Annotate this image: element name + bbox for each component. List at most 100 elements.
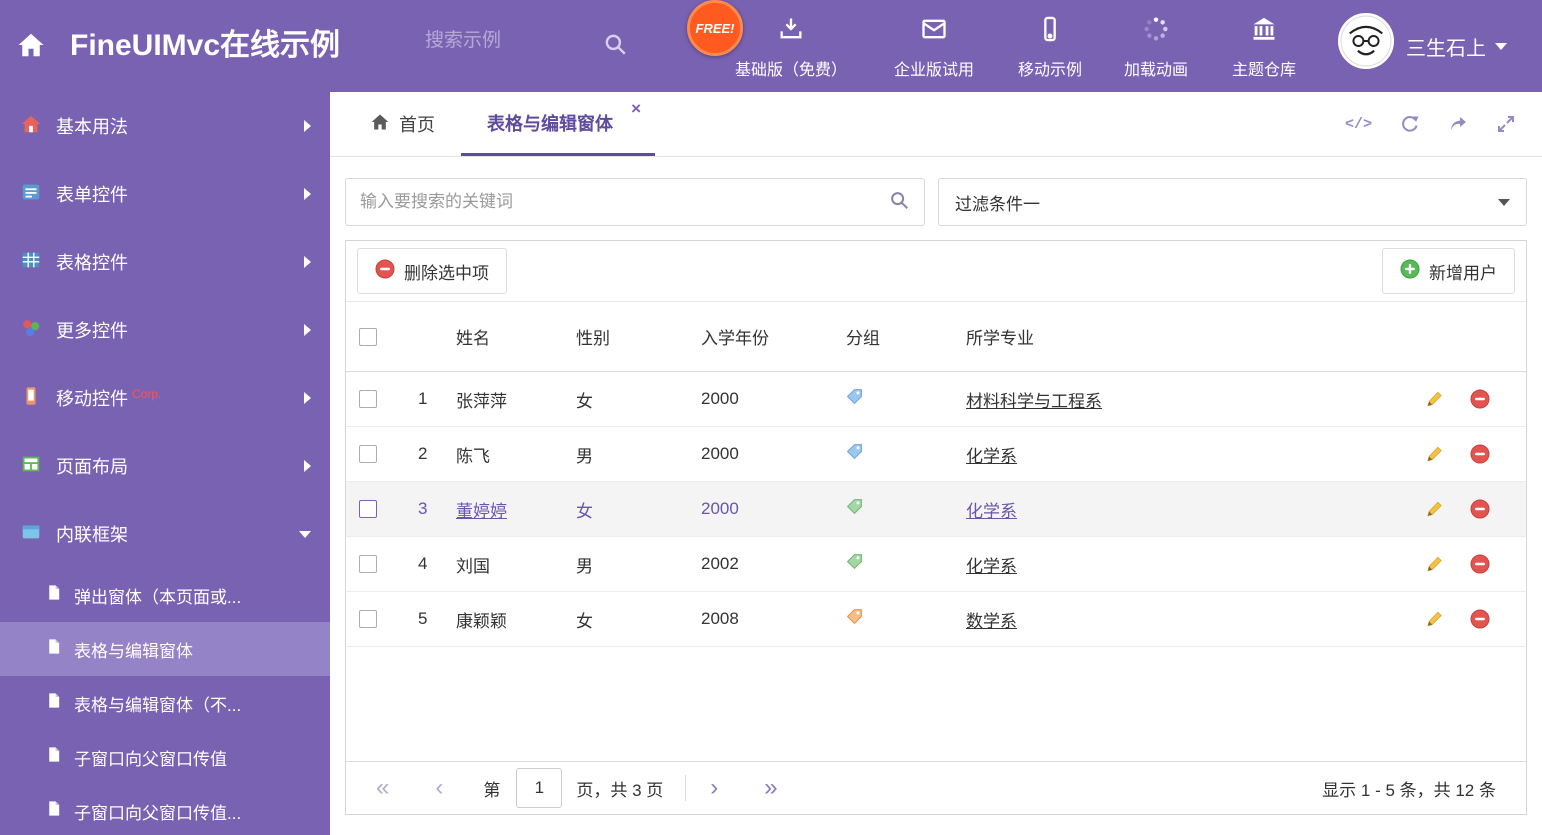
- nav-basic-free[interactable]: 基础版（免费）: [730, 15, 852, 80]
- delete-row-icon[interactable]: [1470, 609, 1490, 629]
- edit-icon[interactable]: [1425, 390, 1444, 409]
- sidebar-item-more-controls[interactable]: 更多控件: [0, 296, 330, 364]
- column-header-gender[interactable]: 性别: [572, 324, 697, 349]
- tab-close-icon[interactable]: ×: [631, 100, 641, 117]
- source-code-icon[interactable]: </>: [1345, 116, 1372, 133]
- home-icon[interactable]: [16, 30, 46, 65]
- page-label-before: 第: [483, 780, 501, 800]
- tag-icon: [846, 608, 863, 630]
- select-all-checkbox[interactable]: [359, 327, 377, 346]
- row-checkbox[interactable]: [359, 445, 377, 463]
- column-header-major[interactable]: 所学专业: [962, 324, 1404, 349]
- column-header-group[interactable]: 分组: [842, 324, 962, 349]
- sidebar-item-inline-frame[interactable]: 内联框架: [0, 500, 330, 568]
- search-icon[interactable]: [888, 189, 910, 216]
- table-row[interactable]: 5 康颖颖 女 2008 数学系: [346, 592, 1526, 647]
- nav-label: 移动示例: [1017, 62, 1082, 79]
- cell-gender: 女: [576, 391, 593, 411]
- delete-row-icon[interactable]: [1470, 444, 1490, 464]
- tab-label: 表格与编辑窗体: [487, 113, 613, 134]
- file-icon: [45, 584, 62, 606]
- sidebar-subitem-child-to-parent-2[interactable]: 子窗口向父窗口传值...: [0, 784, 330, 835]
- table-row[interactable]: 1 张萍萍 女 2000 材料科学与工程系: [346, 372, 1526, 427]
- nav-label: 企业版试用: [893, 62, 974, 79]
- major-link[interactable]: 数学系: [966, 612, 1017, 631]
- table-row[interactable]: 2 陈飞 男 2000 化学系: [346, 427, 1526, 482]
- tab-home[interactable]: 首页: [344, 92, 461, 156]
- sidebar-item-label: 页面布局: [56, 457, 128, 477]
- sidebar-item-mobile-controls[interactable]: 移动控件 Corp.: [0, 364, 330, 432]
- row-checkbox[interactable]: [359, 610, 377, 628]
- cell-year: 2000: [701, 499, 739, 518]
- avatar[interactable]: [1338, 13, 1394, 69]
- cell-gender: 男: [576, 446, 593, 466]
- sidebar-item-grid-controls[interactable]: 表格控件: [0, 228, 330, 296]
- widgets-icon: [20, 317, 42, 344]
- sidebar-item-label: 基本用法: [56, 117, 128, 137]
- row-checkbox[interactable]: [359, 500, 377, 518]
- add-user-button[interactable]: 新增用户: [1382, 248, 1515, 294]
- page-number-input[interactable]: [516, 768, 563, 808]
- sidebar-item-form-controls[interactable]: 表单控件: [0, 160, 330, 228]
- row-checkbox[interactable]: [359, 390, 377, 408]
- sidebar-subitem-popup-window[interactable]: 弹出窗体（本页面或...: [0, 568, 330, 622]
- add-user-label: 新增用户: [1429, 263, 1497, 283]
- refresh-icon[interactable]: [1400, 114, 1420, 134]
- sidebar-item-basic-usage[interactable]: 基本用法: [0, 92, 330, 160]
- sidebar-item-label: 更多控件: [56, 321, 128, 341]
- share-icon[interactable]: [1448, 114, 1468, 134]
- row-checkbox[interactable]: [359, 555, 377, 573]
- pagination-bar: « ‹ 第 页，共 3 页 › » 显示 1 - 5 条，共 12 条: [346, 761, 1526, 814]
- prev-page-button[interactable]: ‹: [435, 776, 443, 800]
- sidebar-subitem-child-to-parent[interactable]: 子窗口向父窗口传值: [0, 730, 330, 784]
- column-header-year[interactable]: 入学年份: [697, 324, 842, 349]
- edit-icon[interactable]: [1425, 555, 1444, 574]
- minus-circle-icon: [375, 259, 395, 284]
- filter-dropdown[interactable]: 过滤条件一: [938, 178, 1527, 226]
- nav-loading-animation[interactable]: 加载动画: [1102, 15, 1210, 80]
- keyword-search-box[interactable]: [345, 178, 925, 226]
- major-link[interactable]: 化学系: [966, 557, 1017, 576]
- next-page-button[interactable]: ›: [710, 776, 718, 800]
- table-row[interactable]: 4 刘国 男 2002 化学系: [346, 537, 1526, 592]
- sidebar-subitem-grid-edit-window-2[interactable]: 表格与编辑窗体（不...: [0, 676, 330, 730]
- sidebar-subitem-grid-edit-window[interactable]: 表格与编辑窗体: [0, 622, 330, 676]
- delete-row-icon[interactable]: [1470, 554, 1490, 574]
- major-link[interactable]: 材料科学与工程系: [966, 392, 1102, 411]
- bank-icon: [1250, 15, 1278, 48]
- keyword-search-input[interactable]: [360, 192, 888, 212]
- chevron-right-icon: [302, 459, 312, 473]
- table-empty-area: [346, 647, 1526, 761]
- first-page-button[interactable]: «: [376, 776, 389, 800]
- delete-row-icon[interactable]: [1470, 499, 1490, 519]
- table-row[interactable]: 3 董婷婷 女 2000 化学系: [346, 482, 1526, 537]
- plus-circle-icon: [1400, 259, 1420, 284]
- expand-icon[interactable]: [1496, 114, 1516, 134]
- user-menu[interactable]: 三生石上: [1406, 0, 1507, 92]
- major-link[interactable]: 化学系: [966, 447, 1017, 466]
- search-icon[interactable]: [602, 31, 628, 62]
- nav-theme-repo[interactable]: 主题仓库: [1208, 15, 1320, 80]
- edit-icon[interactable]: [1425, 445, 1444, 464]
- cell-year: 2008: [701, 609, 739, 628]
- edit-icon[interactable]: [1425, 500, 1444, 519]
- chevron-right-icon: [302, 255, 312, 269]
- delete-selected-button[interactable]: 删除选中项: [357, 248, 507, 294]
- table-header-row: 姓名 性别 入学年份 分组 所学专业: [346, 302, 1526, 372]
- nav-mobile-demo[interactable]: 移动示例: [996, 15, 1104, 80]
- cell-gender: 男: [576, 556, 593, 576]
- tab-grid-edit-window[interactable]: 表格与编辑窗体 ×: [461, 92, 655, 156]
- edit-icon[interactable]: [1425, 610, 1444, 629]
- sidebar-item-page-layout[interactable]: 页面布局: [0, 432, 330, 500]
- delete-row-icon[interactable]: [1470, 389, 1490, 409]
- header-search[interactable]: [425, 30, 590, 52]
- sidebar: 基本用法 表单控件 表格控件 更多控件 移动控件 Corp. 页面布局 内联框架 …: [0, 92, 330, 835]
- header-search-input[interactable]: [425, 30, 590, 52]
- cell-gender: 女: [576, 501, 593, 521]
- nav-enterprise-trial[interactable]: 企业版试用: [878, 15, 990, 80]
- major-link[interactable]: 化学系: [966, 502, 1017, 521]
- sidebar-item-label: 表格控件: [56, 253, 128, 273]
- sidebar-subitem-label: 表格与编辑窗体（不...: [74, 695, 242, 715]
- last-page-button[interactable]: »: [764, 776, 777, 800]
- column-header-name[interactable]: 姓名: [452, 324, 572, 349]
